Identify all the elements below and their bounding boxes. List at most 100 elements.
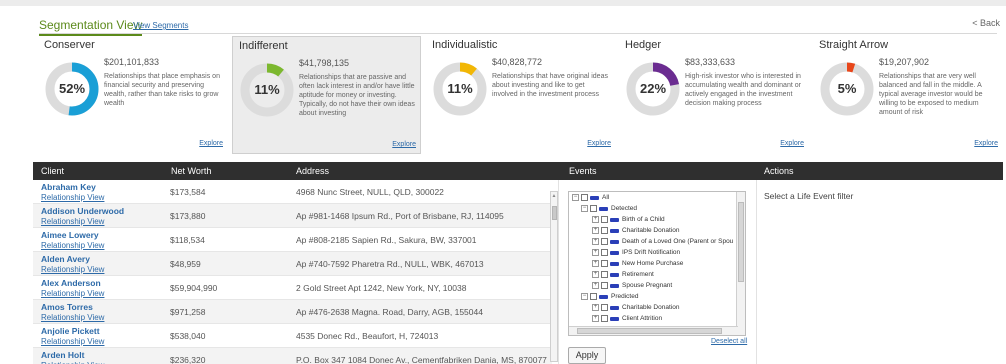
relationship-view-link[interactable]: Relationship View — [41, 217, 104, 226]
event-checkbox[interactable] — [601, 249, 608, 256]
client-name-link[interactable]: Aimee Lowery — [41, 230, 99, 240]
expand-icon[interactable]: + — [592, 315, 599, 322]
event-label: Charitable Donation — [622, 227, 680, 235]
client-name-link[interactable]: Anjolie Pickett — [41, 326, 100, 336]
scrollbar-thumb[interactable] — [552, 206, 557, 220]
event-tree-item[interactable]: + Charitable Donation — [592, 227, 679, 238]
client-name-link[interactable]: Arden Holt — [41, 350, 84, 360]
events-horizontal-scrollbar[interactable] — [569, 326, 738, 335]
explore-link[interactable]: Explore — [587, 140, 611, 147]
explore-link[interactable]: Explore — [199, 140, 223, 147]
explore-link[interactable]: Explore — [974, 140, 998, 147]
event-tree-item[interactable]: + Death of a Loved One (Parent or Spou — [592, 238, 733, 249]
expand-icon[interactable]: + — [592, 304, 599, 311]
collapse-icon[interactable]: − — [581, 293, 588, 300]
segment-description: Relationships that are very well balance… — [879, 73, 983, 116]
event-label: Death of a Loved One (Parent or Spou — [622, 238, 734, 246]
relationship-view-link[interactable]: Relationship View — [41, 289, 104, 298]
client-table-scrollbar[interactable]: ▲ — [550, 191, 558, 362]
table-row: Abraham Key Relationship View $173,584 4968… — [33, 180, 552, 204]
collapse-icon[interactable]: − — [572, 194, 579, 201]
expand-icon[interactable]: + — [592, 271, 599, 278]
event-tree-detected[interactable]: − Detected — [581, 205, 637, 216]
relationship-view-link[interactable]: Relationship View — [41, 313, 104, 322]
client-name-link[interactable]: Amos Torres — [41, 302, 93, 312]
event-tree-item[interactable]: + New Home Purchase — [592, 260, 683, 271]
event-checkbox[interactable] — [601, 271, 608, 278]
event-checkbox[interactable] — [601, 282, 608, 289]
column-address[interactable]: Address — [296, 166, 329, 176]
net-worth-cell: $538,040 — [170, 331, 206, 341]
address-cell: 2 Gold Street Apt 1242, New York, NY, 10… — [296, 283, 467, 293]
relationship-view-link[interactable]: Relationship View — [41, 193, 104, 202]
event-checkbox[interactable] — [601, 227, 608, 234]
scrollbar-thumb[interactable] — [738, 202, 744, 282]
segment-card[interactable]: Indifferent 11% $41,798,135 Relationships t… — [232, 36, 421, 154]
event-label: Spouse Pregnant — [622, 282, 673, 290]
view-segments-link[interactable]: View Segments — [133, 21, 188, 30]
event-checkbox[interactable] — [601, 216, 608, 223]
event-label: Birth of a Child — [622, 216, 665, 224]
segment-card[interactable]: Conserver 52% $201,101,833 Relationships th… — [38, 36, 227, 154]
deselect-all-link[interactable]: Deselect all — [711, 338, 747, 345]
event-tree-item[interactable]: + Birth of a Child — [592, 216, 665, 227]
expand-icon[interactable]: + — [592, 238, 599, 245]
event-tree-item[interactable]: + Retirement — [592, 271, 654, 282]
expand-icon[interactable]: + — [592, 227, 599, 234]
expand-icon[interactable]: + — [592, 249, 599, 256]
segment-name: Straight Arrow — [819, 39, 889, 51]
event-label: Charitable Donation — [622, 304, 680, 312]
event-type-icon — [610, 283, 619, 288]
event-tree-item[interactable]: + IPS Drift Notification — [592, 249, 680, 260]
scroll-up-icon[interactable]: ▲ — [551, 192, 557, 200]
expand-icon[interactable]: + — [592, 282, 599, 289]
expand-icon[interactable]: + — [592, 216, 599, 223]
net-worth-cell: $971,258 — [170, 307, 206, 317]
event-tree-predicted[interactable]: − Predicted — [581, 293, 638, 304]
segment-donut-chart: 11% — [432, 61, 488, 117]
segment-card[interactable]: Individualistic 11% $40,828,772 Relationshi… — [426, 36, 615, 154]
back-link[interactable]: < Back — [972, 18, 1000, 28]
client-name-link[interactable]: Addison Underwood — [41, 206, 124, 216]
explore-link[interactable]: Explore — [392, 141, 416, 148]
expand-icon[interactable]: + — [592, 260, 599, 267]
apply-button[interactable]: Apply — [568, 347, 606, 364]
client-name-link[interactable]: Alden Avery — [41, 254, 90, 264]
segment-amount: $201,101,833 — [104, 57, 160, 67]
event-checkbox[interactable] — [590, 293, 597, 300]
relationship-view-link[interactable]: Relationship View — [41, 337, 104, 346]
column-net-worth[interactable]: Net Worth — [171, 166, 211, 176]
event-checkbox[interactable] — [601, 260, 608, 267]
client-name-link[interactable]: Alex Anderson — [41, 278, 101, 288]
event-label: Client Attrition — [622, 315, 663, 323]
event-type-icon — [610, 316, 619, 321]
segment-card[interactable]: Hedger 22% $83,333,633 High-risk investor w… — [619, 36, 808, 154]
segment-percent: 11% — [447, 81, 473, 96]
scrollbar-thumb[interactable] — [577, 328, 722, 334]
segment-percent: 11% — [254, 82, 280, 97]
segment-card[interactable]: Straight Arrow 5% $19,207,902 Relationships… — [813, 36, 1002, 154]
address-cell: 4535 Donec Rd., Beaufort, H, 724013 — [296, 331, 439, 341]
segment-name: Hedger — [625, 39, 662, 51]
collapse-icon[interactable]: − — [581, 205, 588, 212]
relationship-view-link[interactable]: Relationship View — [41, 265, 104, 274]
client-name-link[interactable]: Abraham Key — [41, 182, 96, 192]
event-checkbox[interactable] — [601, 238, 608, 245]
event-tree-item[interactable]: + Spouse Pregnant — [592, 282, 672, 293]
event-checkbox[interactable] — [581, 194, 588, 201]
event-checkbox[interactable] — [601, 315, 608, 322]
segment-percent: 52% — [58, 81, 86, 96]
segment-description: Relationships that are passive and often… — [299, 74, 415, 117]
event-tree-item[interactable]: + Client Attrition — [592, 315, 662, 326]
event-tree-item[interactable]: + Charitable Donation — [592, 304, 679, 315]
event-checkbox[interactable] — [601, 304, 608, 311]
event-tree-all[interactable]: − All — [572, 194, 609, 205]
column-client[interactable]: Client — [41, 166, 64, 176]
net-worth-cell: $236,320 — [170, 355, 206, 364]
segment-amount: $40,828,772 — [492, 57, 543, 67]
relationship-view-link[interactable]: Relationship View — [41, 241, 104, 250]
explore-link[interactable]: Explore — [780, 140, 804, 147]
segment-amount: $41,798,135 — [299, 58, 350, 68]
events-vertical-scrollbar[interactable] — [736, 192, 745, 335]
event-checkbox[interactable] — [590, 205, 597, 212]
